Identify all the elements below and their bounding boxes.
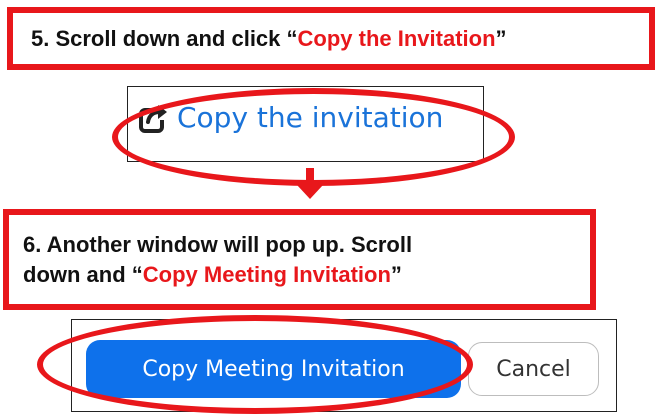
step6-highlight: Copy Meeting Invitation	[142, 262, 391, 287]
copy-invitation-link[interactable]: Copy the invitation	[139, 101, 443, 134]
step6-line1: 6. Another window will pop up. Scroll	[23, 232, 413, 257]
step6-instruction: 6. Another window will pop up. Scroll do…	[3, 209, 596, 310]
invitation-dialog-buttons-screenshot: Copy Meeting Invitation Cancel	[71, 319, 617, 412]
copy-invitation-screenshot: Copy the invitation	[127, 86, 484, 162]
cancel-button[interactable]: Cancel	[468, 342, 599, 396]
copy-invitation-label: Copy the invitation	[177, 101, 444, 134]
share-icon	[139, 103, 169, 133]
step5-highlight: Copy the Invitation	[297, 26, 496, 51]
step6-line2-text: down and “	[23, 262, 143, 287]
step6-suffix: ”	[390, 262, 402, 287]
step6-line2: down and “Copy Meeting Invitation”	[23, 260, 590, 290]
step5-instruction: 5. Scroll down and click “Copy the Invit…	[7, 7, 655, 70]
copy-meeting-invitation-button[interactable]: Copy Meeting Invitation	[86, 340, 461, 398]
step5-suffix: ”	[495, 26, 507, 51]
step5-text: 5. Scroll down and click “	[31, 26, 298, 51]
down-arrow-icon	[297, 185, 323, 199]
